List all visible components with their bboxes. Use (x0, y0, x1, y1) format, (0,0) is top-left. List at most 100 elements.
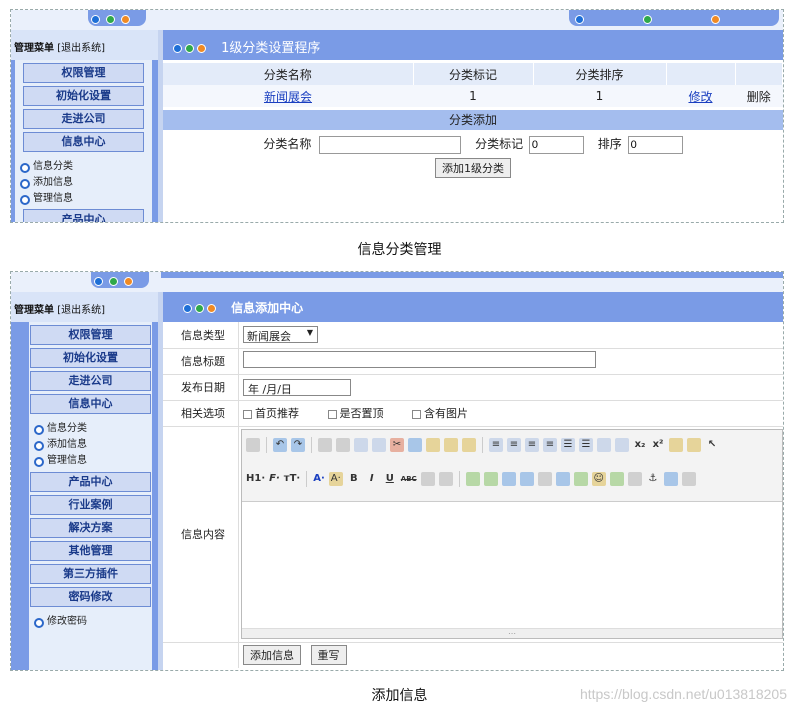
menu-button-other[interactable]: 其他管理 (30, 541, 151, 561)
table-icon[interactable] (555, 471, 570, 486)
form-row-title: 信息标题 (163, 348, 783, 375)
edit-link[interactable]: 修改 (688, 90, 712, 104)
anchor-icon[interactable]: ⚓ (646, 472, 660, 486)
template-icon[interactable] (354, 437, 368, 452)
add-name-input[interactable] (319, 135, 462, 154)
underline-icon[interactable]: U (383, 472, 397, 486)
date-input[interactable]: 年 /月/日 (243, 378, 351, 396)
pagebreak-icon[interactable] (627, 471, 642, 486)
strikethrough-icon[interactable]: ABC (401, 472, 417, 486)
menu-sub-manage-info[interactable]: 管理信息 (15, 191, 152, 207)
bold-icon[interactable]: B (347, 472, 361, 486)
menu-button-init[interactable]: 初始化设置 (30, 348, 151, 368)
checkbox-icon[interactable] (243, 409, 252, 419)
flash-icon[interactable] (501, 471, 516, 486)
add-order-input[interactable] (627, 135, 683, 154)
menu-button-company[interactable]: 走进公司 (30, 371, 151, 391)
font-color-icon[interactable]: A· (313, 472, 325, 486)
menu-button-info-center[interactable]: 信息中心 (23, 132, 144, 152)
menu-button-permission[interactable]: 权限管理 (23, 63, 144, 83)
unordered-list-icon[interactable]: ☰ (579, 437, 593, 452)
title-input[interactable] (243, 351, 596, 368)
menu-button-products[interactable]: 产品中心 (30, 472, 151, 492)
attachment-icon[interactable] (537, 471, 552, 486)
background-color-icon[interactable]: A· (328, 471, 343, 486)
checkbox-icon[interactable] (412, 409, 421, 419)
menu-button-permission[interactable]: 权限管理 (30, 325, 151, 345)
remove-format-icon[interactable] (438, 471, 453, 486)
font-size-icon[interactable]: тT· (284, 472, 300, 486)
logout-link[interactable]: [退出系统] (57, 43, 105, 54)
map-icon[interactable] (609, 471, 624, 486)
menu-button-plugins[interactable]: 第三方插件 (30, 564, 151, 584)
add-order-label: 排序 (597, 137, 622, 151)
emoticon-icon[interactable]: ☺ (591, 471, 606, 486)
green-dot-icon (642, 15, 652, 24)
menu-button-products[interactable]: 产品中心 (23, 209, 144, 222)
code-icon[interactable] (372, 437, 386, 452)
option-pin-top[interactable]: 是否置顶 (327, 407, 384, 420)
menu-button-password[interactable]: 密码修改 (30, 587, 151, 607)
menu-button-solutions[interactable]: 解决方案 (30, 518, 151, 538)
unlink-icon[interactable] (681, 471, 696, 486)
line-height-icon[interactable] (420, 471, 435, 486)
align-center-icon[interactable]: ≡ (507, 437, 521, 452)
image-icon[interactable] (465, 471, 480, 486)
category-mark: 1 (413, 85, 533, 107)
menu-sub-add-info[interactable]: 添加信息 (15, 175, 152, 191)
add-category-button[interactable]: 添加1级分类 (435, 157, 511, 178)
editor-resize-handle[interactable]: ⋯ (242, 627, 782, 638)
align-right-icon[interactable]: ≡ (525, 437, 539, 452)
add-info-button[interactable]: 添加信息 (243, 645, 301, 666)
menu-button-company[interactable]: 走进公司 (23, 109, 144, 129)
menu-button-init[interactable]: 初始化设置 (23, 86, 144, 106)
form-row-content: 信息内容 ↶ ↷ ✂ ≡ ≡ ≡ ≡ ☰ ☰ x₂ x² ↖ H1· F· тT… (163, 426, 783, 643)
menu-button-info-center[interactable]: 信息中心 (30, 394, 151, 414)
select-all-icon[interactable] (687, 437, 701, 452)
justify-icon[interactable]: ≡ (543, 437, 557, 452)
cursor-icon[interactable]: ↖ (705, 438, 719, 452)
subscript-icon[interactable]: x₂ (633, 438, 647, 452)
superscript-icon[interactable]: x² (651, 438, 665, 452)
option-home-recommend[interactable]: 首页推荐 (243, 407, 299, 420)
menu-sub-manage-info[interactable]: 管理信息 (29, 453, 152, 469)
form-row-actions: 添加信息 重写 (163, 642, 783, 668)
type-select[interactable]: 新闻展会 (243, 326, 318, 344)
indent-icon[interactable] (597, 437, 611, 452)
paste-word-icon[interactable] (462, 437, 476, 452)
italic-icon[interactable]: I (365, 472, 379, 486)
reset-button[interactable]: 重写 (310, 645, 347, 666)
category-name-link[interactable]: 新闻展会 (264, 90, 312, 104)
align-left-icon[interactable]: ≡ (489, 437, 503, 452)
redo-icon[interactable]: ↷ (291, 437, 305, 452)
paste-text-icon[interactable] (444, 437, 458, 452)
source-icon[interactable] (246, 437, 260, 452)
type-label: 信息类型 (163, 322, 239, 349)
font-family-icon[interactable]: F· (269, 472, 280, 486)
preview-icon[interactable] (318, 437, 332, 452)
logout-link[interactable]: [退出系统] (57, 305, 105, 316)
delete-link[interactable]: 删除 (735, 85, 783, 107)
clear-format-icon[interactable] (669, 437, 683, 452)
checkbox-icon[interactable] (327, 409, 337, 419)
menu-sub-add-info[interactable]: 添加信息 (29, 437, 152, 453)
link-icon[interactable] (663, 471, 678, 486)
multi-image-icon[interactable] (483, 471, 498, 486)
copy-icon[interactable] (408, 437, 422, 452)
print-icon[interactable] (336, 437, 350, 452)
menu-button-cases[interactable]: 行业案例 (30, 495, 151, 515)
menu-sub-change-password[interactable]: 修改密码 (29, 614, 152, 630)
menu-sub-info-category[interactable]: 信息分类 (15, 159, 152, 175)
ordered-list-icon[interactable]: ☰ (561, 437, 575, 452)
heading-icon[interactable]: H1· (246, 472, 265, 486)
cut-icon[interactable]: ✂ (390, 437, 404, 452)
outdent-icon[interactable] (615, 437, 629, 452)
hr-icon[interactable] (573, 471, 588, 486)
media-icon[interactable] (519, 471, 534, 486)
undo-icon[interactable]: ↶ (273, 437, 287, 452)
option-has-image[interactable]: 含有图片 (412, 407, 468, 420)
blue-dot-icon (94, 277, 103, 286)
menu-sub-info-category[interactable]: 信息分类 (29, 421, 152, 437)
paste-icon[interactable] (426, 437, 440, 452)
add-mark-input[interactable] (528, 135, 584, 154)
